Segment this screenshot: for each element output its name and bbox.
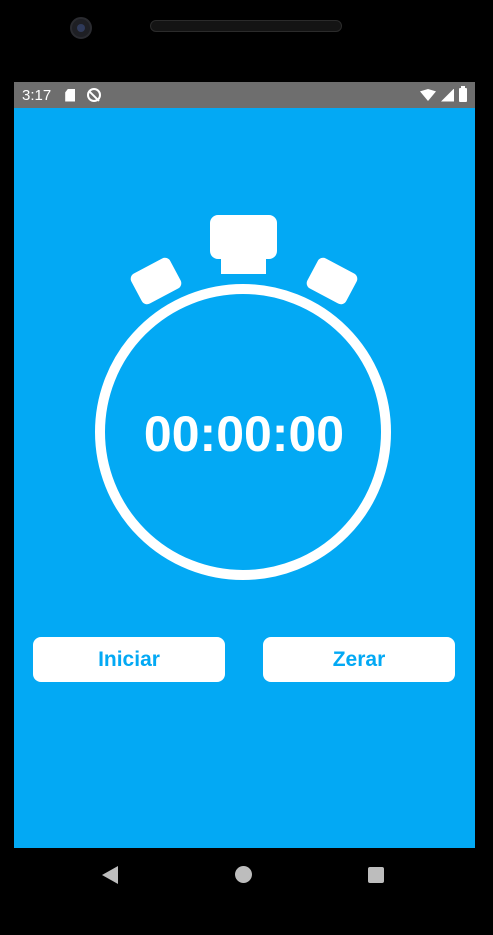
reset-button[interactable]: Zerar	[263, 637, 455, 682]
start-button[interactable]: Iniciar	[33, 637, 225, 682]
timer-display: 00:00:00	[143, 406, 345, 462]
sync-icon	[87, 88, 102, 102]
stopwatch-left-button	[130, 257, 182, 305]
signal-icon	[441, 88, 454, 102]
status-time: 3:17	[22, 86, 52, 104]
app-screen: 3:17 00:00:00 Iniciar Zerar	[14, 82, 475, 848]
navigation-bar	[0, 848, 493, 935]
stopwatch-icon: 00:00:00	[94, 212, 394, 592]
status-bar: 3:17	[14, 82, 475, 108]
earpiece-speaker	[150, 20, 342, 32]
recents-icon[interactable]	[368, 867, 384, 883]
wifi-icon	[420, 89, 436, 101]
battery-icon	[459, 86, 467, 102]
sd-card-icon	[65, 88, 76, 102]
stopwatch-stem	[221, 252, 266, 274]
home-icon[interactable]	[235, 866, 252, 883]
front-camera	[70, 17, 92, 39]
status-right-icons	[420, 86, 467, 102]
back-icon[interactable]	[102, 866, 118, 884]
stopwatch-graphic	[95, 215, 391, 580]
phone-frame: 3:17 00:00:00 Iniciar Zerar	[0, 0, 493, 935]
stopwatch-right-button	[306, 257, 358, 305]
